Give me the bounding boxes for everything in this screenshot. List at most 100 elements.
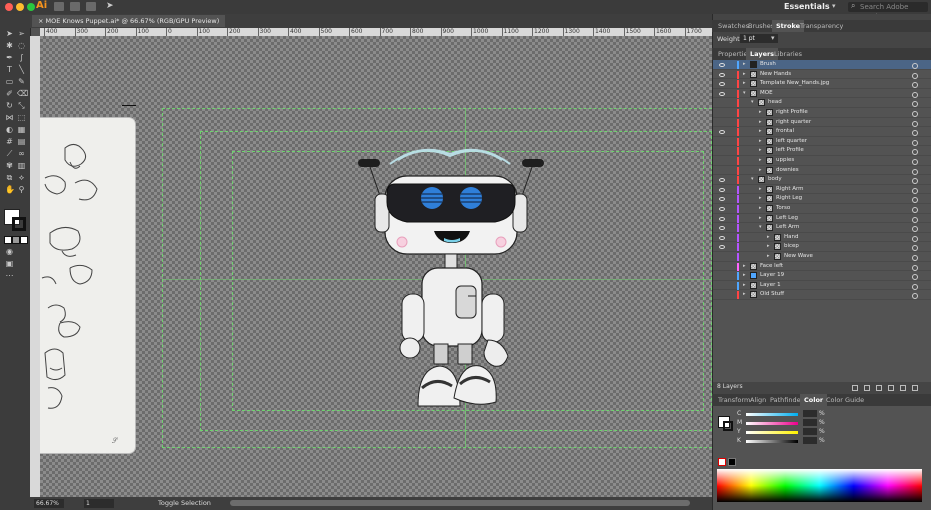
make-clipping-mask-icon[interactable] — [864, 385, 870, 391]
shaper-tool-icon[interactable]: ✐ — [5, 90, 14, 98]
layer-target-icon[interactable] — [912, 72, 918, 79]
layer-name[interactable]: Old Stuff — [760, 290, 784, 300]
type-tool-icon[interactable]: T — [5, 66, 14, 74]
weight-dropdown-icon[interactable]: ▾ — [771, 34, 775, 42]
layer-name[interactable]: uppies — [776, 156, 794, 166]
layer-row[interactable]: ▸ Right Leg — [713, 194, 931, 204]
create-sublayer-icon[interactable] — [876, 385, 882, 391]
layer-row[interactable]: ▸ Face left — [713, 262, 931, 272]
color-mode-icon[interactable] — [4, 236, 12, 244]
blend-tool-icon[interactable]: ∞ — [17, 150, 26, 158]
layer-target-icon[interactable] — [912, 207, 918, 213]
visibility-eye-icon[interactable] — [719, 187, 725, 192]
layer-row[interactable]: ▸ Brush — [713, 60, 931, 70]
layer-target-icon[interactable] — [912, 82, 918, 89]
visibility-eye-icon[interactable] — [719, 226, 725, 231]
expand-triangle-icon[interactable]: ▸ — [759, 166, 762, 176]
expand-triangle-icon[interactable]: ▸ — [759, 185, 762, 195]
chevron-down-icon[interactable]: ▾ — [832, 2, 836, 10]
layer-name[interactable]: Left Arm — [776, 223, 799, 233]
zoom-level-field[interactable]: 66.67% — [34, 499, 64, 508]
edit-toolbar-icon[interactable]: ⋯ — [5, 272, 14, 280]
rotate-tool-icon[interactable]: ↻ — [5, 102, 14, 110]
expand-triangle-icon[interactable]: ▸ — [743, 70, 746, 80]
visibility-eye-icon[interactable] — [719, 130, 725, 135]
layer-row[interactable]: ▾ MOE — [713, 89, 931, 99]
visibility-eye-icon[interactable] — [719, 72, 725, 77]
none-color-icon[interactable] — [718, 458, 726, 466]
black-color-icon[interactable] — [728, 458, 736, 466]
minimize-window-icon[interactable] — [16, 3, 24, 11]
channel-slider[interactable] — [746, 431, 798, 434]
layer-target-icon[interactable] — [912, 255, 918, 261]
expand-triangle-icon[interactable]: ▸ — [743, 281, 746, 291]
tab-libraries[interactable]: Libraries — [770, 48, 806, 60]
expand-triangle-icon[interactable]: ▸ — [767, 252, 770, 262]
draw-mode-icon[interactable]: ◉ — [5, 248, 14, 256]
layer-row[interactable]: ▸ Layer 19 — [713, 271, 931, 281]
layer-row[interactable]: ▸ frontal — [713, 127, 931, 137]
layer-name[interactable]: Left Leg — [776, 214, 798, 224]
trash-icon[interactable] — [912, 385, 918, 391]
layer-row[interactable]: ▸ Template New_Hands.jpg — [713, 79, 931, 89]
layer-name[interactable]: Hand — [784, 233, 798, 243]
stock-search-input[interactable]: Search Adobe Stock — [848, 2, 928, 21]
expand-triangle-icon[interactable]: ▸ — [743, 290, 746, 300]
perspective-grid-tool-icon[interactable]: ▦ — [17, 126, 26, 134]
layer-row[interactable]: ▾ head — [713, 98, 931, 108]
layer-row[interactable]: ▸ downies — [713, 166, 931, 176]
slice-tool-icon[interactable]: ⟡ — [17, 174, 26, 182]
layer-target-icon[interactable] — [912, 130, 918, 137]
layer-name[interactable]: head — [768, 98, 782, 108]
visibility-eye-icon[interactable] — [719, 216, 725, 221]
free-transform-tool-icon[interactable]: ⬚ — [17, 114, 26, 122]
eraser-tool-icon[interactable]: ⌫ — [17, 90, 28, 98]
mesh-tool-icon[interactable]: # — [5, 138, 14, 146]
artboard-canvas[interactable]: 𝒮 — [40, 36, 712, 497]
status-text[interactable]: Toggle Selection — [158, 497, 211, 510]
line-tool-icon[interactable]: ╲ — [17, 66, 26, 74]
layer-row[interactable]: ▾ Left Arm — [713, 223, 931, 233]
layer-target-icon[interactable] — [912, 63, 918, 69]
layer-name[interactable]: New Wave — [784, 252, 813, 262]
layer-name[interactable]: Layer 19 — [760, 271, 784, 281]
tab-color-guide[interactable]: Color Guide — [822, 394, 868, 406]
channel-value-field[interactable] — [803, 419, 817, 426]
gradient-mode-icon[interactable] — [12, 236, 20, 244]
tab-transparency[interactable]: Transparency — [796, 20, 847, 32]
layer-row[interactable]: ▸ Left Leg — [713, 214, 931, 224]
hand-tool-icon[interactable]: ✋ — [5, 186, 15, 194]
layer-name[interactable]: body — [768, 175, 782, 185]
layer-row[interactable]: ▸ Torso — [713, 204, 931, 214]
lasso-tool-icon[interactable]: ◌ — [17, 42, 26, 50]
shape-builder-tool-icon[interactable]: ◐ — [5, 126, 14, 134]
artboard-tool-icon[interactable]: ⧉ — [5, 174, 14, 182]
expand-triangle-icon[interactable]: ▸ — [743, 262, 746, 272]
layer-row[interactable]: ▸ uppies — [713, 156, 931, 166]
expand-triangle-icon[interactable]: ▸ — [759, 214, 762, 224]
layer-target-icon[interactable] — [912, 245, 918, 252]
layer-name[interactable]: right quarter — [776, 118, 811, 128]
layer-name[interactable]: bicep — [784, 242, 799, 252]
layer-row[interactable]: ▸ Old Stuff — [713, 290, 931, 300]
collapse-triangle-icon[interactable]: ▾ — [759, 223, 762, 233]
magic-wand-tool-icon[interactable]: ✱ — [5, 42, 14, 50]
layer-name[interactable]: Torso — [776, 204, 790, 214]
expand-triangle-icon[interactable]: ▸ — [767, 233, 770, 243]
channel-slider[interactable] — [746, 413, 798, 416]
collapse-triangle-icon[interactable]: ▾ — [751, 98, 754, 108]
layer-target-icon[interactable] — [912, 264, 918, 271]
visibility-eye-icon[interactable] — [719, 235, 725, 240]
paintbrush-tool-icon[interactable]: ✎ — [17, 78, 26, 86]
layer-name[interactable]: left quarter — [776, 137, 807, 147]
expand-triangle-icon[interactable]: ▸ — [759, 108, 762, 118]
visibility-eye-icon[interactable] — [719, 63, 725, 67]
layer-target-icon[interactable] — [912, 159, 918, 165]
create-layer-icon[interactable] — [888, 385, 894, 391]
eyedropper-tool-icon[interactable]: ⟋ — [5, 150, 14, 158]
layer-target-icon[interactable] — [912, 216, 918, 223]
color-stroke-swatch[interactable] — [723, 421, 733, 431]
channel-value-field[interactable] — [803, 428, 817, 435]
layer-row[interactable]: ▸ bicep — [713, 242, 931, 252]
layer-target-icon[interactable] — [912, 293, 918, 300]
